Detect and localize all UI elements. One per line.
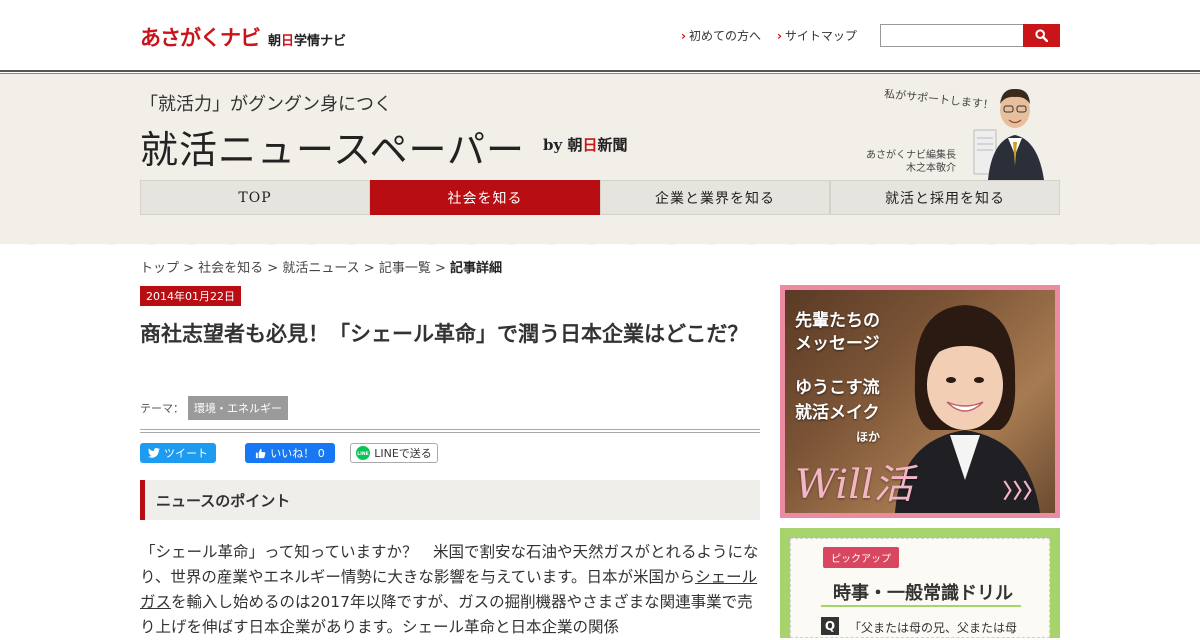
- will-katsu-banner[interactable]: 先輩たちの メッセージ ゆうこす流 就活メイク ほか Will活 〉〉〉: [780, 285, 1060, 518]
- editor-role: あさがくナビ編集長: [866, 150, 956, 161]
- facebook-like-button[interactable]: いいね！ 0: [245, 443, 335, 463]
- article-divider: [140, 429, 760, 433]
- ad1-etc: ほか: [856, 430, 881, 444]
- banner-byline: by 朝日新聞: [543, 136, 628, 154]
- editor-name: 木之本敬介: [906, 163, 956, 174]
- chevron-right-icon: ›: [776, 29, 782, 43]
- article-body: 「シェール革命」って知っていますか？ 米国で割安な石油や天然ガスがとれるようにな…: [140, 543, 759, 636]
- ad1-subline: ゆうこす流 就活メイク: [795, 378, 880, 423]
- banner-catchcopy: 「就活力」がグングン身につく: [140, 94, 392, 115]
- question-text: 「父または母の兄、父または母: [849, 621, 1018, 635]
- news-point-heading: ニュースのポイント: [140, 480, 760, 520]
- search-icon: [1035, 29, 1048, 42]
- search-box: [880, 24, 1060, 47]
- search-input[interactable]: [880, 24, 1023, 47]
- tweet-button[interactable]: ツイート: [140, 443, 216, 463]
- line-logo-icon: LINE: [356, 446, 371, 460]
- logo-sub-text: 朝日学情ナビ: [268, 34, 347, 49]
- question-icon: Q: [821, 617, 839, 635]
- banner-torn-edge: [0, 236, 1200, 245]
- drill-banner-card: ピックアップ 時事・一般常識ドリル Q 「父または母の兄、父または母: [790, 538, 1050, 638]
- breadcrumb: トップ > 社会を知る > 就活ニュース > 記事一覧 > 記事詳細: [140, 257, 502, 276]
- svg-text:LINE: LINE: [358, 451, 369, 457]
- theme-tag[interactable]: 環境・エネルギー: [188, 396, 288, 420]
- date-badge: 2014年01月22日: [140, 286, 241, 306]
- nav-companies[interactable]: 企業と業界を知る: [600, 180, 830, 215]
- line-share-button[interactable]: LINE LINEで送る: [350, 443, 438, 463]
- breadcrumb-trail[interactable]: トップ > 社会を知る > 就活ニュース > 記事一覧 >: [140, 261, 450, 276]
- site-logo[interactable]: あさがくナビ 朝日学情ナビ: [140, 22, 346, 52]
- nav-top[interactable]: TOP: [140, 180, 370, 215]
- twitter-bird-icon: [148, 448, 160, 458]
- top-header: あさがくナビ 朝日学情ナビ › 初めての方へ › サイトマップ: [0, 0, 1200, 72]
- thumbs-up-icon: [256, 448, 266, 458]
- theme-row: テーマ： 環境・エネルギー: [140, 396, 288, 420]
- drill-title-underline: [821, 605, 1021, 607]
- editor-photo: [973, 88, 1044, 180]
- arrows-icon: 〉〉〉: [1003, 479, 1043, 503]
- editor-caption: あさがくナビ編集長 木之本敬介: [852, 149, 956, 175]
- pickup-badge: ピックアップ: [823, 547, 899, 568]
- link-first-time[interactable]: › 初めての方へ: [681, 27, 761, 44]
- nav-recruiting[interactable]: 就活と採用を知る: [830, 180, 1060, 215]
- will-katsu-logo: Will活: [795, 462, 914, 508]
- breadcrumb-current: 記事詳細: [449, 261, 502, 276]
- will-katsu-banner-image: 先輩たちの メッセージ ゆうこす流 就活メイク ほか Will活 〉〉〉: [785, 290, 1055, 513]
- nav-society[interactable]: 社会を知る: [370, 180, 600, 215]
- ad1-headline: 先輩たちの メッセージ: [795, 311, 880, 354]
- chevron-right-icon: ›: [681, 29, 686, 43]
- search-button[interactable]: [1023, 24, 1060, 47]
- main-nav: TOP 社会を知る 企業と業界を知る 就活と採用を知る: [140, 180, 1060, 215]
- link-sitemap[interactable]: › サイトマップ: [777, 27, 857, 44]
- logo-main-text: あさがくナビ: [140, 26, 261, 50]
- banner-title: 就活ニュースペーパー: [140, 128, 526, 172]
- article-title: 商社志望者も必見！「シェール革命」で潤う日本企業はどこだ？: [140, 322, 749, 346]
- top-links: › 初めての方へ › サイトマップ: [681, 27, 857, 44]
- drill-banner[interactable]: ピックアップ 時事・一般常識ドリル Q 「父または母の兄、父または母: [780, 528, 1060, 638]
- drill-title: 時事・一般常識ドリル: [833, 583, 1013, 604]
- theme-label: テーマ：: [140, 402, 184, 415]
